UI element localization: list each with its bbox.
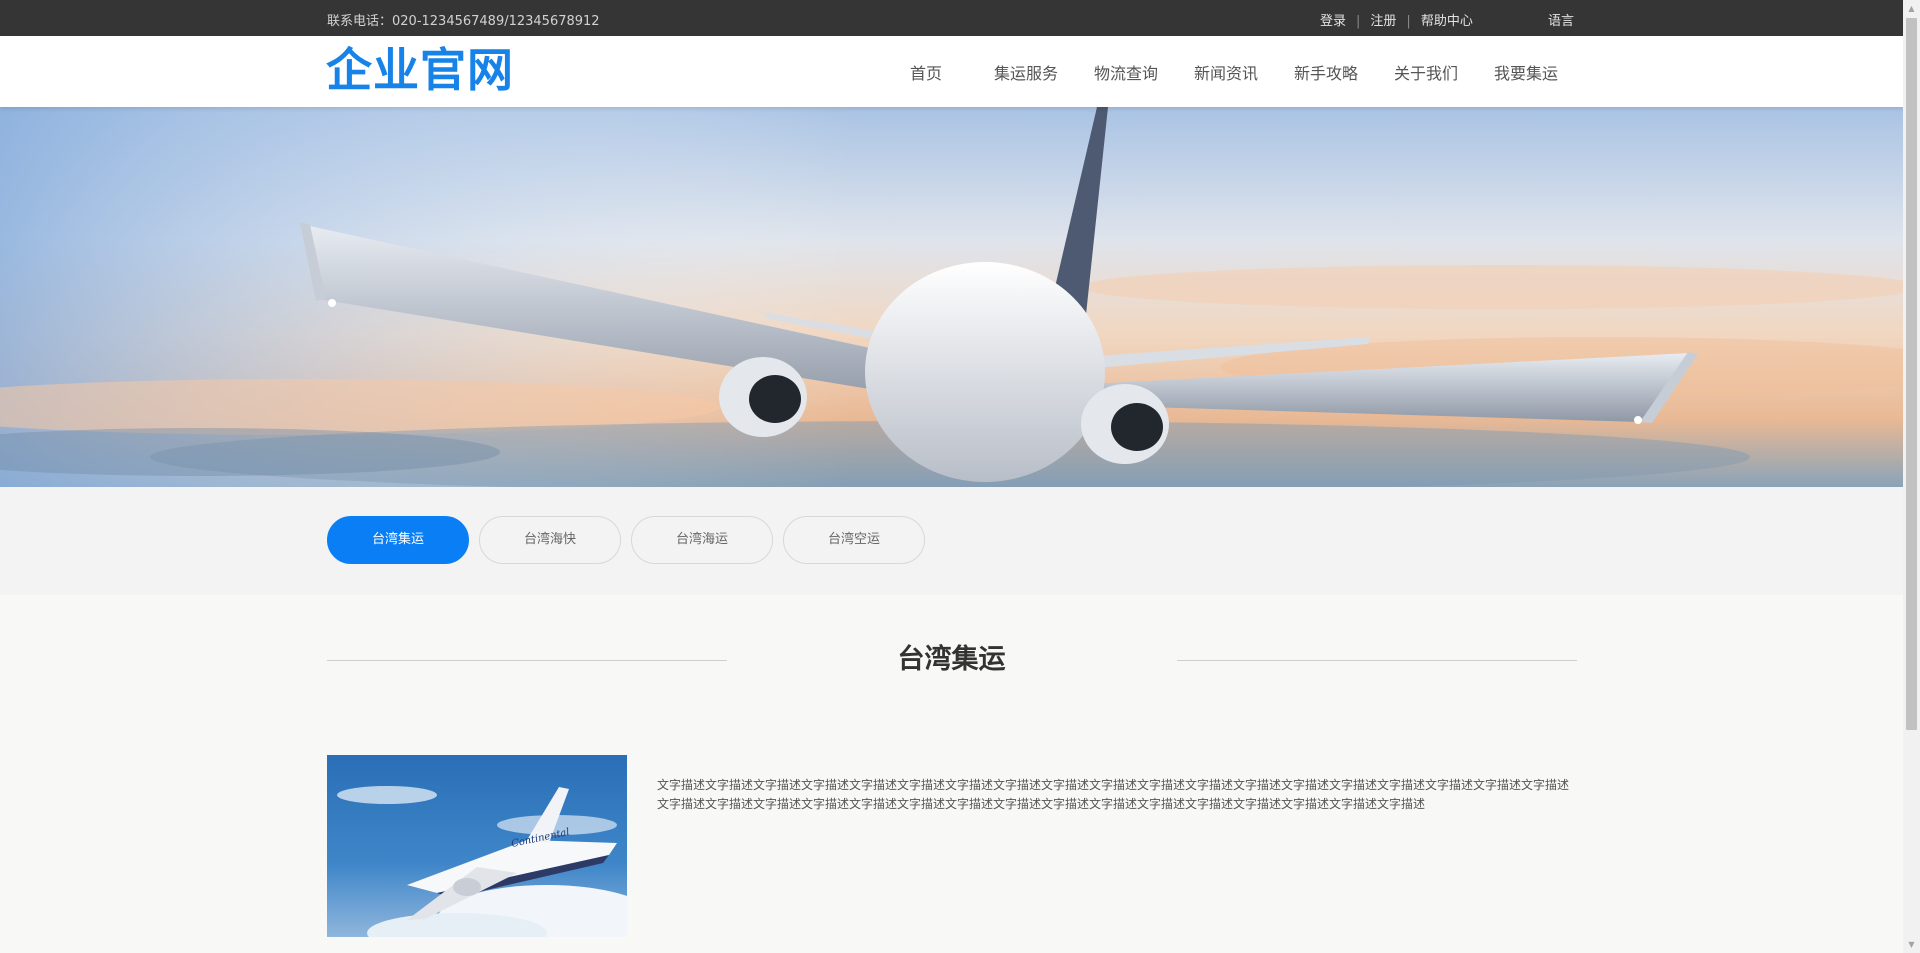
nav-news[interactable]: 新闻资讯	[1194, 60, 1258, 84]
nav-shipping-service[interactable]: 集运服务	[994, 60, 1058, 84]
tab-taiwan-sea-freight[interactable]: 台湾海运	[631, 516, 773, 564]
tab-taiwan-sea-express[interactable]: 台湾海快	[479, 516, 621, 564]
section-title: 台湾集运	[897, 644, 1006, 675]
register-link[interactable]: 注册	[1370, 14, 1396, 29]
tab-taiwan-consolidation[interactable]: 台湾集运	[327, 516, 469, 564]
nav-ship-now[interactable]: 我要集运	[1494, 60, 1558, 84]
help-center-link[interactable]: 帮助中心	[1421, 14, 1473, 29]
nav-guide[interactable]: 新手攻略	[1294, 60, 1358, 84]
separator: |	[1356, 14, 1361, 29]
hero-banner	[0, 107, 1903, 487]
nav-logistics-query[interactable]: 物流查询	[1094, 60, 1158, 84]
scroll-up-icon[interactable]: ▲	[1903, 0, 1920, 17]
airplane-thumbnail-image: Continental	[327, 755, 627, 937]
nav-home[interactable]: 首页	[910, 60, 942, 84]
nav-about-us[interactable]: 关于我们	[1394, 60, 1458, 84]
top-bar: 联系电话：020-1234567489/12345678912 登录 | 注册 | 帮助…	[0, 0, 1903, 36]
page: 联系电话：020-1234567489/12345678912 登录 | 注册 | 帮助…	[0, 0, 1903, 953]
separator: |	[1406, 14, 1411, 29]
airplane-banner-image	[0, 107, 1903, 487]
login-link[interactable]: 登录	[1320, 14, 1346, 29]
tab-taiwan-air-freight[interactable]: 台湾空运	[783, 516, 925, 564]
language-link[interactable]: 语言	[1548, 10, 1574, 29]
service-tabs: 台湾集运 台湾海快 台湾海运 台湾空运	[0, 487, 1903, 595]
scroll-down-icon[interactable]: ▼	[1903, 936, 1920, 953]
scrollbar-thumb[interactable]	[1906, 18, 1917, 730]
account-links: 登录 | 注册 | 帮助中心	[1320, 10, 1473, 29]
site-header: 企业官网 首页 集运服务 物流查询 新闻资讯 新手攻略 关于我们 我要集运	[0, 36, 1903, 107]
contact-phone: 联系电话：020-1234567489/12345678912	[327, 14, 600, 29]
page-scrollbar[interactable]: ▲ ▼	[1903, 0, 1920, 953]
section-thumbnail[interactable]: Continental	[327, 755, 627, 937]
section-description: 文字描述文字描述文字描述文字描述文字描述文字描述文字描述文字描述文字描述文字描述…	[657, 778, 1570, 811]
site-logo[interactable]: 企业官网	[326, 42, 514, 98]
